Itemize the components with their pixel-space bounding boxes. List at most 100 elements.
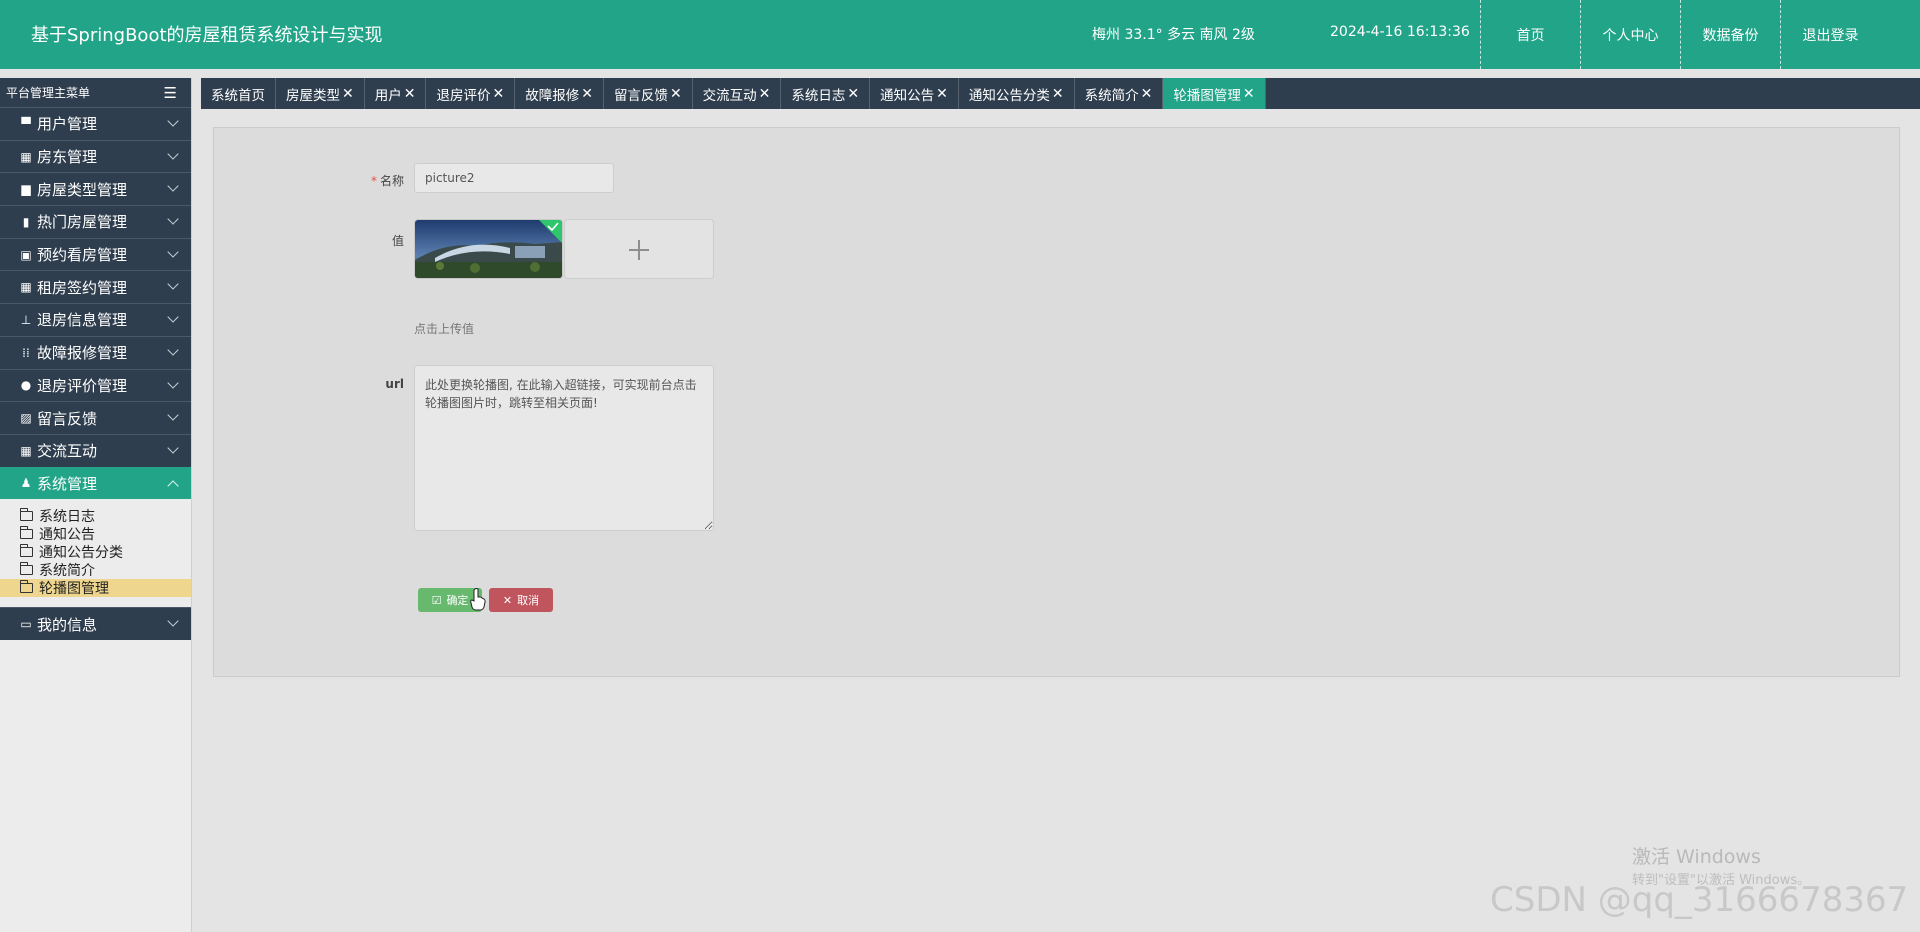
folder-icon bbox=[19, 562, 33, 576]
name-label: * 名称 bbox=[324, 172, 404, 189]
clipboard-icon: ▣ bbox=[20, 247, 32, 262]
sidebar-item-system[interactable]: ♟ 系统管理 bbox=[0, 466, 191, 500]
close-icon[interactable]: ✕ bbox=[1141, 86, 1153, 102]
submenu-item-logs[interactable]: 系统日志 bbox=[0, 507, 191, 525]
tab-label: 系统首页 bbox=[211, 87, 265, 104]
stamp-icon: ⊥ bbox=[20, 312, 32, 327]
sidebar-title: 平台管理主菜单 bbox=[6, 86, 91, 100]
chevron-down-icon bbox=[167, 442, 179, 454]
tab-house-types[interactable]: 房屋类型 ✕ bbox=[276, 78, 365, 109]
chevron-up-icon bbox=[167, 479, 179, 492]
tab-label: 留言反馈 bbox=[613, 87, 668, 104]
nav-backup[interactable]: 数据备份 bbox=[1680, 0, 1780, 69]
submenu-item-carousel[interactable]: 轮播图管理 bbox=[0, 579, 191, 598]
tab-label: 系统简介 bbox=[1084, 87, 1139, 104]
sidebar-item-contracts[interactable]: ▦ 租房签约管理 bbox=[0, 270, 191, 304]
sidebar-item-label: 房东管理 bbox=[37, 148, 98, 167]
tab-logs[interactable]: 系统日志 ✕ bbox=[781, 78, 871, 109]
url-textarea[interactable]: 此处更换轮播图, 在此输入超链接，可实现前台点击轮播图图片时，跳转至相关页面! bbox=[414, 365, 714, 531]
tab-notice-categories[interactable]: 通知公告分类 ✕ bbox=[959, 78, 1075, 109]
sidebar-item-checkout-info[interactable]: ⊥ 退房信息管理 bbox=[0, 303, 191, 336]
tab-carousel[interactable]: 轮播图管理 ✕ bbox=[1163, 78, 1266, 109]
sidebar-item-label: 退房评价管理 bbox=[37, 376, 128, 395]
chart-icon: ▨ bbox=[20, 411, 32, 426]
submenu-item-notices[interactable]: 通知公告 bbox=[0, 525, 191, 543]
chevron-down-icon bbox=[167, 278, 179, 291]
sidebar-item-label: 交流互动 bbox=[37, 442, 98, 461]
tab-feedback[interactable]: 留言反馈 ✕ bbox=[604, 78, 693, 109]
sidebar-item-interaction[interactable]: ▦ 交流互动 bbox=[0, 433, 191, 467]
sidebar-item-my-info[interactable]: ▭ 我的信息 bbox=[0, 607, 191, 640]
folder-icon bbox=[19, 544, 33, 558]
close-icon[interactable]: ✕ bbox=[1243, 86, 1255, 102]
sidebar-item-label: 预约看房管理 bbox=[37, 246, 128, 265]
datetime: 2024-4-16 16:13:36 bbox=[1330, 24, 1470, 40]
confirm-label: 确定 bbox=[446, 594, 469, 607]
sidebar-item-house-types[interactable]: ▆ 房屋类型管理 bbox=[0, 172, 191, 206]
folder-icon bbox=[19, 526, 33, 540]
value-label: 值 bbox=[391, 234, 404, 248]
close-icon[interactable]: ✕ bbox=[670, 86, 682, 102]
nav-logout[interactable]: 退出登录 bbox=[1780, 0, 1880, 69]
tab-repairs[interactable]: 故障报修 ✕ bbox=[515, 78, 604, 109]
sidebar-item-label: 系统管理 bbox=[37, 474, 98, 493]
nav-profile[interactable]: 个人中心 bbox=[1580, 0, 1680, 69]
grid-icon: ▦ bbox=[20, 149, 32, 164]
sidebar-header: 平台管理主菜单 ☰ bbox=[0, 78, 191, 107]
tab-home[interactable]: 系统首页 bbox=[201, 78, 276, 109]
sidebar-item-feedback[interactable]: ▨ 留言反馈 bbox=[0, 401, 191, 434]
system-submenu: 系统日志 通知公告 通知公告分类 系统简介 轮播图管理 bbox=[0, 499, 191, 600]
close-icon[interactable]: ✕ bbox=[1052, 86, 1064, 102]
upload-button[interactable] bbox=[564, 219, 714, 279]
sidebar-item-viewing[interactable]: ▣ 预约看房管理 bbox=[0, 237, 191, 271]
submenu-label: 通知公告 bbox=[39, 527, 95, 544]
sidebar-item-label: 故障报修管理 bbox=[37, 344, 128, 363]
tab-label: 交流互动 bbox=[702, 87, 757, 104]
submenu-item-notice-categories[interactable]: 通知公告分类 bbox=[0, 543, 191, 561]
close-icon[interactable]: ✕ bbox=[404, 86, 416, 102]
sidebar-item-landlords[interactable]: ▦ 房东管理 bbox=[0, 139, 191, 173]
uploaded-image-thumbnail[interactable] bbox=[414, 219, 563, 279]
card-icon: ▭ bbox=[20, 617, 32, 632]
app-title: 基于SpringBoot的房屋租赁系统设计与实现 bbox=[31, 25, 383, 46]
submenu-label: 系统简介 bbox=[39, 563, 95, 580]
close-icon[interactable]: ✕ bbox=[759, 86, 771, 102]
cancel-button[interactable]: ✕ 取消 bbox=[489, 588, 553, 612]
tab-label: 系统日志 bbox=[791, 87, 846, 104]
plus-icon-vertical bbox=[638, 240, 640, 260]
name-input[interactable] bbox=[414, 163, 614, 193]
chevron-down-icon bbox=[167, 180, 179, 193]
close-icon[interactable]: ✕ bbox=[581, 86, 593, 102]
tab-checkout-reviews[interactable]: 退房评价 ✕ bbox=[426, 78, 516, 109]
menu-toggle-icon[interactable]: ☰ bbox=[164, 84, 177, 102]
carousel-image bbox=[415, 220, 562, 278]
library-icon: ▮ bbox=[22, 214, 30, 229]
submenu-item-about[interactable]: 系统简介 bbox=[0, 561, 191, 579]
sidebar-item-label: 我的信息 bbox=[37, 615, 98, 634]
chevron-down-icon bbox=[167, 246, 179, 258]
close-icon[interactable]: ✕ bbox=[342, 86, 354, 102]
tab-bar: 系统首页 房屋类型 ✕ 用户 ✕ 退房评价 ✕ 故障报修 ✕ 留言反馈 ✕ 交流互动 ✕ 系… bbox=[201, 78, 1920, 109]
tab-about[interactable]: 系统简介 ✕ bbox=[1075, 78, 1164, 109]
sidebar-item-users[interactable]: ▀ 用户管理 bbox=[0, 107, 191, 140]
sidebar-item-repairs[interactable]: ⁞⁞ 故障报修管理 bbox=[0, 335, 191, 369]
tab-interaction[interactable]: 交流互动 ✕ bbox=[693, 78, 782, 109]
name-label-text: 名称 bbox=[379, 174, 404, 188]
chevron-down-icon bbox=[167, 615, 179, 627]
hand-cursor-icon bbox=[470, 588, 486, 611]
tab-notices[interactable]: 通知公告 ✕ bbox=[870, 78, 959, 109]
tab-users[interactable]: 用户 ✕ bbox=[365, 78, 427, 109]
bulb-icon: ● bbox=[20, 378, 32, 393]
nav-home[interactable]: 首页 bbox=[1480, 0, 1580, 69]
cancel-label: 取消 bbox=[517, 594, 540, 607]
top-nav: 首页 个人中心 数据备份 退出登录 bbox=[1480, 0, 1880, 69]
sidebar-item-hot-houses[interactable]: ▮ 热门房屋管理 bbox=[0, 205, 191, 238]
sidebar-item-checkout-reviews[interactable]: ● 退房评价管理 bbox=[0, 368, 191, 402]
sidebar-item-label: 用户管理 bbox=[37, 115, 98, 134]
close-icon[interactable]: ✕ bbox=[847, 86, 859, 102]
close-icon[interactable]: ✕ bbox=[936, 86, 948, 102]
close-icon[interactable]: ✕ bbox=[492, 86, 504, 102]
chevron-down-icon bbox=[167, 376, 179, 389]
sidebar-item-label: 房屋类型管理 bbox=[37, 180, 128, 199]
upload-hint: 点击上传值 bbox=[414, 322, 475, 336]
